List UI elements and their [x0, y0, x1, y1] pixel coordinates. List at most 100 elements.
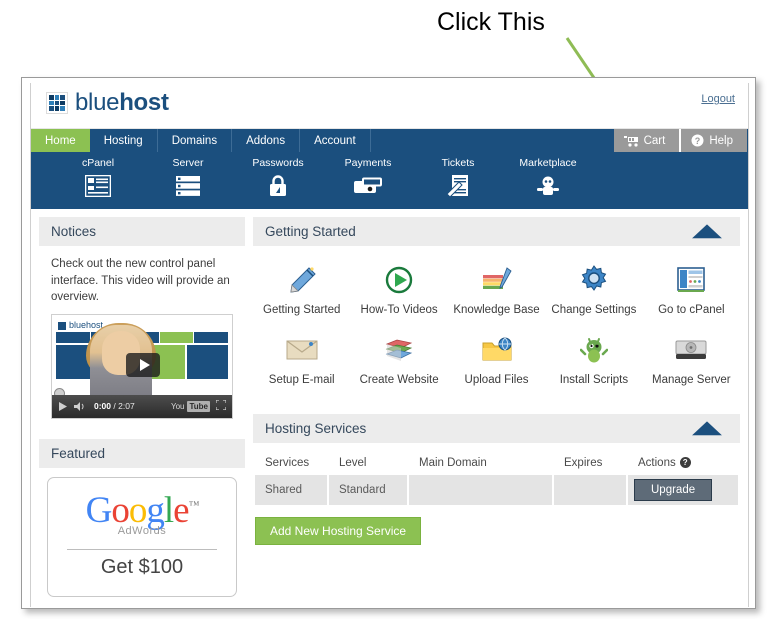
subnav-label: Marketplace [519, 157, 577, 169]
notices-title: Notices [51, 224, 97, 239]
cell-services: Shared [255, 475, 327, 505]
logout-link[interactable]: Logout [701, 93, 735, 105]
hard-drive-icon [645, 332, 738, 368]
cell-expires [554, 475, 626, 505]
subnav-label: cPanel [81, 157, 115, 169]
nav-item-home[interactable]: Home [31, 129, 90, 152]
subnav-item-server[interactable]: Server [143, 157, 233, 200]
nav-item-addons[interactable]: Addons [232, 129, 301, 152]
tile-label: Knowledge Base [453, 304, 540, 316]
brand-name-light: blue [75, 89, 120, 116]
grid-squares-icon [58, 321, 66, 330]
tile-label: Manage Server [652, 374, 731, 386]
site-logo[interactable]: bluehost [46, 91, 169, 115]
youtube-badge: Tube [187, 400, 210, 413]
brand-name: bluehost [75, 91, 169, 115]
padlock-icon [233, 172, 323, 200]
cell-level: Standard [329, 475, 407, 505]
column-expires: Expires [564, 457, 603, 469]
hosting-services-table: Services Level Main Domain Expires Actio… [253, 451, 740, 507]
cpanel-window-icon [645, 262, 738, 298]
tile-go-to-cpanel[interactable]: Go to cPanel [643, 256, 740, 326]
google-logo: Google™ [85, 490, 200, 532]
tile-how-to-videos[interactable]: How-To Videos [350, 256, 447, 326]
column-main-domain: Main Domain [419, 457, 487, 469]
masthead: bluehost Logout [31, 83, 748, 129]
nav-right-group: Cart ? Help [613, 129, 748, 152]
tile-label: How-To Videos [360, 304, 438, 316]
subnav-item-tickets[interactable]: Tickets [413, 157, 503, 200]
video-player[interactable]: bluehost 0:00 / 2:07 You Tube [51, 314, 233, 420]
tile-create-website[interactable]: Create Website [350, 326, 447, 396]
tile-change-settings[interactable]: Change Settings [545, 256, 642, 326]
nav-item-account[interactable]: Account [300, 129, 371, 152]
ticket-wrench-icon [413, 172, 503, 200]
fullscreen-icon[interactable] [215, 399, 227, 413]
cart-label: Cart [643, 134, 666, 147]
tile-label: Install Scripts [559, 374, 629, 386]
server-stack-icon [143, 172, 233, 200]
video-big-play-button[interactable] [126, 353, 160, 378]
upgrade-button[interactable]: Upgrade [634, 479, 713, 501]
folder-globe-icon [450, 332, 543, 368]
question-mark-circle-icon: ? [691, 134, 704, 147]
column-actions: Actions? [628, 453, 738, 473]
left-column: Notices Check out the new control panel … [39, 217, 245, 598]
envelope-icon [255, 332, 348, 368]
getting-started-panel-header: Getting Started [253, 217, 740, 246]
play-icon[interactable] [58, 402, 67, 412]
chevron-up-icon[interactable] [692, 223, 722, 241]
tile-manage-server[interactable]: Manage Server [643, 326, 740, 396]
getting-started-row-1: Getting Started How-To Videos Knowledge … [253, 256, 740, 326]
subnav-item-cpanel[interactable]: cPanel [53, 157, 143, 200]
cpanel-window-icon [53, 172, 143, 200]
books-pencil-icon [450, 262, 543, 298]
subnav-item-passwords[interactable]: Passwords [233, 157, 323, 200]
tile-label: Change Settings [551, 304, 637, 316]
subnav-label: Payments [344, 157, 392, 169]
featured-ad-card[interactable]: Google™ AdWords Get $100 [47, 477, 237, 598]
hosting-services-panel-header: Hosting Services [253, 414, 740, 443]
column-level: Level [339, 457, 367, 469]
video-controls: 0:00 / 2:07 You Tube [52, 395, 232, 419]
volume-icon[interactable] [74, 402, 86, 412]
subnav-item-marketplace[interactable]: Marketplace [503, 157, 593, 200]
getting-started-title: Getting Started [265, 224, 356, 239]
browser-page-frame: bluehost Logout Home Hosting Domains Add… [21, 77, 756, 609]
tile-label: Upload Files [464, 374, 529, 386]
chevron-up-icon[interactable] [692, 420, 722, 438]
tile-knowledge-base[interactable]: Knowledge Base [448, 256, 545, 326]
tile-getting-started[interactable]: Getting Started [253, 256, 350, 326]
tile-label: Getting Started [263, 304, 341, 316]
notices-panel-header: Notices [39, 217, 245, 246]
tile-setup-email[interactable]: Setup E-mail [253, 326, 350, 396]
tile-label: Setup E-mail [268, 374, 335, 386]
page-content: bluehost Logout Home Hosting Domains Add… [30, 83, 749, 607]
table-row: Shared Standard Upgrade [255, 475, 738, 505]
play-circle-icon [352, 262, 445, 298]
annotation-label: Click This [437, 8, 545, 36]
add-new-hosting-service-button[interactable]: Add New Hosting Service [255, 517, 422, 545]
video-timecode: 0:00 / 2:07 [94, 400, 135, 412]
tile-install-scripts[interactable]: Install Scripts [545, 326, 642, 396]
wallet-icon [323, 172, 413, 200]
video-total-time: 2:07 [118, 401, 135, 412]
google-letter-e: e [173, 490, 189, 532]
tile-label: Create Website [359, 374, 439, 386]
hosting-services-body: Services Level Main Domain Expires Actio… [253, 443, 740, 545]
subnav-label: Tickets [441, 157, 475, 169]
featured-panel-header: Featured [39, 439, 245, 469]
nav-item-hosting[interactable]: Hosting [90, 129, 158, 152]
google-letter-g1: G [85, 490, 113, 532]
nav-item-domains[interactable]: Domains [158, 129, 233, 152]
help-button[interactable]: ? Help [681, 129, 748, 152]
ad-divider [67, 549, 217, 551]
tile-upload-files[interactable]: Upload Files [448, 326, 545, 396]
shopping-cart-icon [623, 135, 638, 147]
youtube-word: You [170, 401, 185, 411]
subnav-item-payments[interactable]: Payments [323, 157, 413, 200]
cart-button[interactable]: Cart [613, 129, 682, 152]
getting-started-row-2: Setup E-mail Create Website Upload Files… [253, 326, 740, 396]
notices-text: Check out the new control panel interfac… [51, 258, 230, 304]
help-icon[interactable]: ? [679, 457, 691, 468]
